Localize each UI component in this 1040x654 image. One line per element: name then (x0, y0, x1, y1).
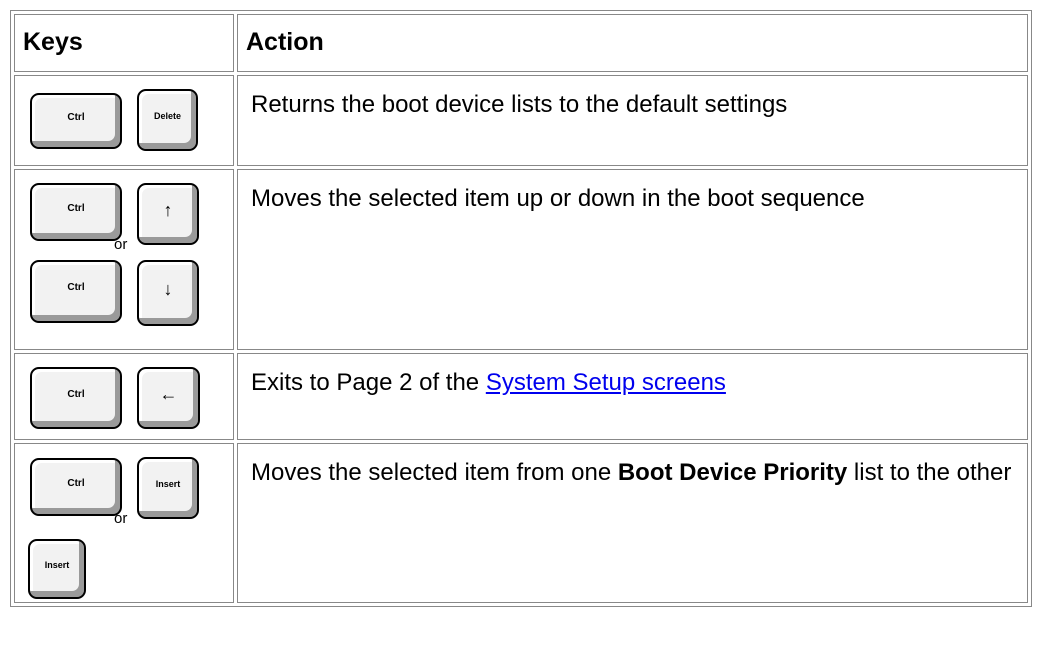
keys-action-table: Keys Action Ctrl Delete Returns the boot… (10, 10, 1032, 607)
or-separator: or (114, 236, 128, 253)
action-cell: Moves the selected item up or down in th… (237, 169, 1028, 350)
table-row: Ctrl Insert or Insert Moves the selected… (14, 443, 1028, 603)
system-setup-screens-link[interactable]: System Setup screens (486, 369, 726, 396)
ctrl-key-icon: Ctrl (30, 260, 122, 323)
header-keys-label: Keys (23, 28, 83, 56)
left-arrow-key-icon: ← (137, 367, 200, 429)
ctrl-key-icon: Ctrl (30, 458, 122, 516)
up-arrow-key-icon: ↑ (137, 183, 199, 245)
action-text: Exits to Page 2 of the (251, 369, 486, 396)
or-separator: or (114, 510, 128, 527)
ctrl-key-icon: Ctrl (30, 183, 122, 241)
header-action-label: Action (246, 28, 324, 56)
ctrl-key-icon: Ctrl (30, 93, 122, 149)
action-text-suffix: list to the other (847, 459, 1012, 486)
keys-cell: Ctrl Delete (14, 75, 234, 166)
header-keys-cell: Keys (14, 14, 234, 72)
insert-key-icon: Insert (137, 457, 199, 519)
insert-key-icon: Insert (28, 539, 86, 599)
boot-device-priority-label: Boot Device Priority (617, 459, 848, 486)
down-arrow-key-icon: ↓ (137, 260, 199, 326)
action-cell: Exits to Page 2 of the System Setup scre… (237, 353, 1028, 440)
ctrl-key-icon: Ctrl (30, 367, 122, 429)
delete-key-icon: Delete (137, 89, 198, 151)
action-cell: Moves the selected item from one Boot De… (237, 443, 1028, 603)
keys-cell: Ctrl ↑ or Ctrl ↓ (14, 169, 234, 350)
action-text: Moves the selected item from one (251, 459, 618, 486)
table-header-row: Keys Action (14, 14, 1028, 72)
table-row: Ctrl ← Exits to Page 2 of the System Set… (14, 353, 1028, 440)
header-action-cell: Action (237, 14, 1028, 72)
keys-cell: Ctrl Insert or Insert (14, 443, 234, 603)
action-cell: Returns the boot device lists to the def… (237, 75, 1028, 166)
keys-cell: Ctrl ← (14, 353, 234, 440)
table-row: Ctrl ↑ or Ctrl ↓ Moves the selected item… (14, 169, 1028, 350)
table-row: Ctrl Delete Returns the boot device list… (14, 75, 1028, 166)
